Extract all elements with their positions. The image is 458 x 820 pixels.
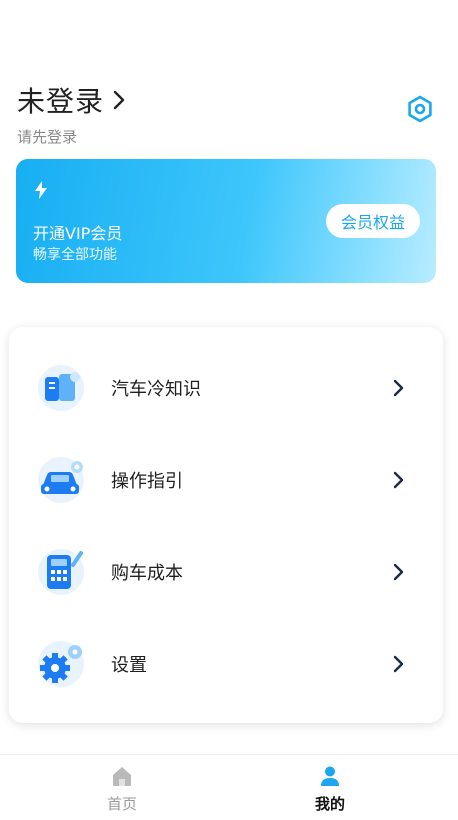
menu-item-purchase-cost[interactable]: 购车成本 bbox=[9, 526, 443, 618]
vip-title: 开通VIP会员 bbox=[33, 224, 123, 243]
login-title[interactable]: 未登录 bbox=[17, 80, 104, 120]
menu-item-guide[interactable]: 操作指引 bbox=[9, 434, 443, 526]
tab-mine[interactable]: 我的 bbox=[270, 755, 390, 820]
tab-mine-label: 我的 bbox=[314, 795, 345, 813]
chevron-right-icon bbox=[393, 655, 404, 673]
menu-item-label: 汽车冷知识 bbox=[111, 379, 201, 400]
menu-item-label: 操作指引 bbox=[111, 471, 183, 492]
user-icon bbox=[321, 766, 339, 786]
menu-card: 汽车冷知识 操作指引 购车成本 设置 bbox=[9, 327, 443, 723]
login-title-row[interactable]: 未登录 bbox=[17, 80, 126, 120]
login-subtitle: 请先登录 bbox=[17, 128, 78, 146]
chevron-right-icon bbox=[393, 379, 404, 397]
car-gear-icon bbox=[38, 457, 84, 503]
menu-item-settings[interactable]: 设置 bbox=[9, 618, 443, 710]
bottom-nav: 首页 我的 bbox=[0, 754, 458, 820]
menu-item-label: 购车成本 bbox=[111, 563, 183, 584]
chevron-right-icon bbox=[393, 471, 404, 489]
settings-gear-icon bbox=[38, 641, 84, 687]
menu-item-car-knowledge[interactable]: 汽车冷知识 bbox=[9, 342, 443, 434]
chevron-right-icon bbox=[393, 563, 404, 581]
tab-home[interactable]: 首页 bbox=[62, 755, 182, 820]
vip-card[interactable]: 开通VIP会员 畅享全部功能 会员权益 bbox=[16, 159, 436, 283]
lightning-icon bbox=[35, 181, 47, 199]
calculator-icon bbox=[38, 549, 84, 595]
home-icon bbox=[113, 767, 131, 786]
vip-subtitle: 畅享全部功能 bbox=[33, 247, 117, 263]
tab-home-label: 首页 bbox=[106, 795, 137, 813]
book-icon bbox=[38, 365, 84, 411]
login-header[interactable]: 未登录 请先登录 bbox=[17, 80, 126, 147]
menu-item-label: 设置 bbox=[111, 655, 147, 676]
chevron-right-icon[interactable] bbox=[112, 90, 126, 110]
member-benefits-button[interactable]: 会员权益 bbox=[326, 204, 420, 238]
hexagon-settings-icon[interactable] bbox=[406, 95, 434, 123]
